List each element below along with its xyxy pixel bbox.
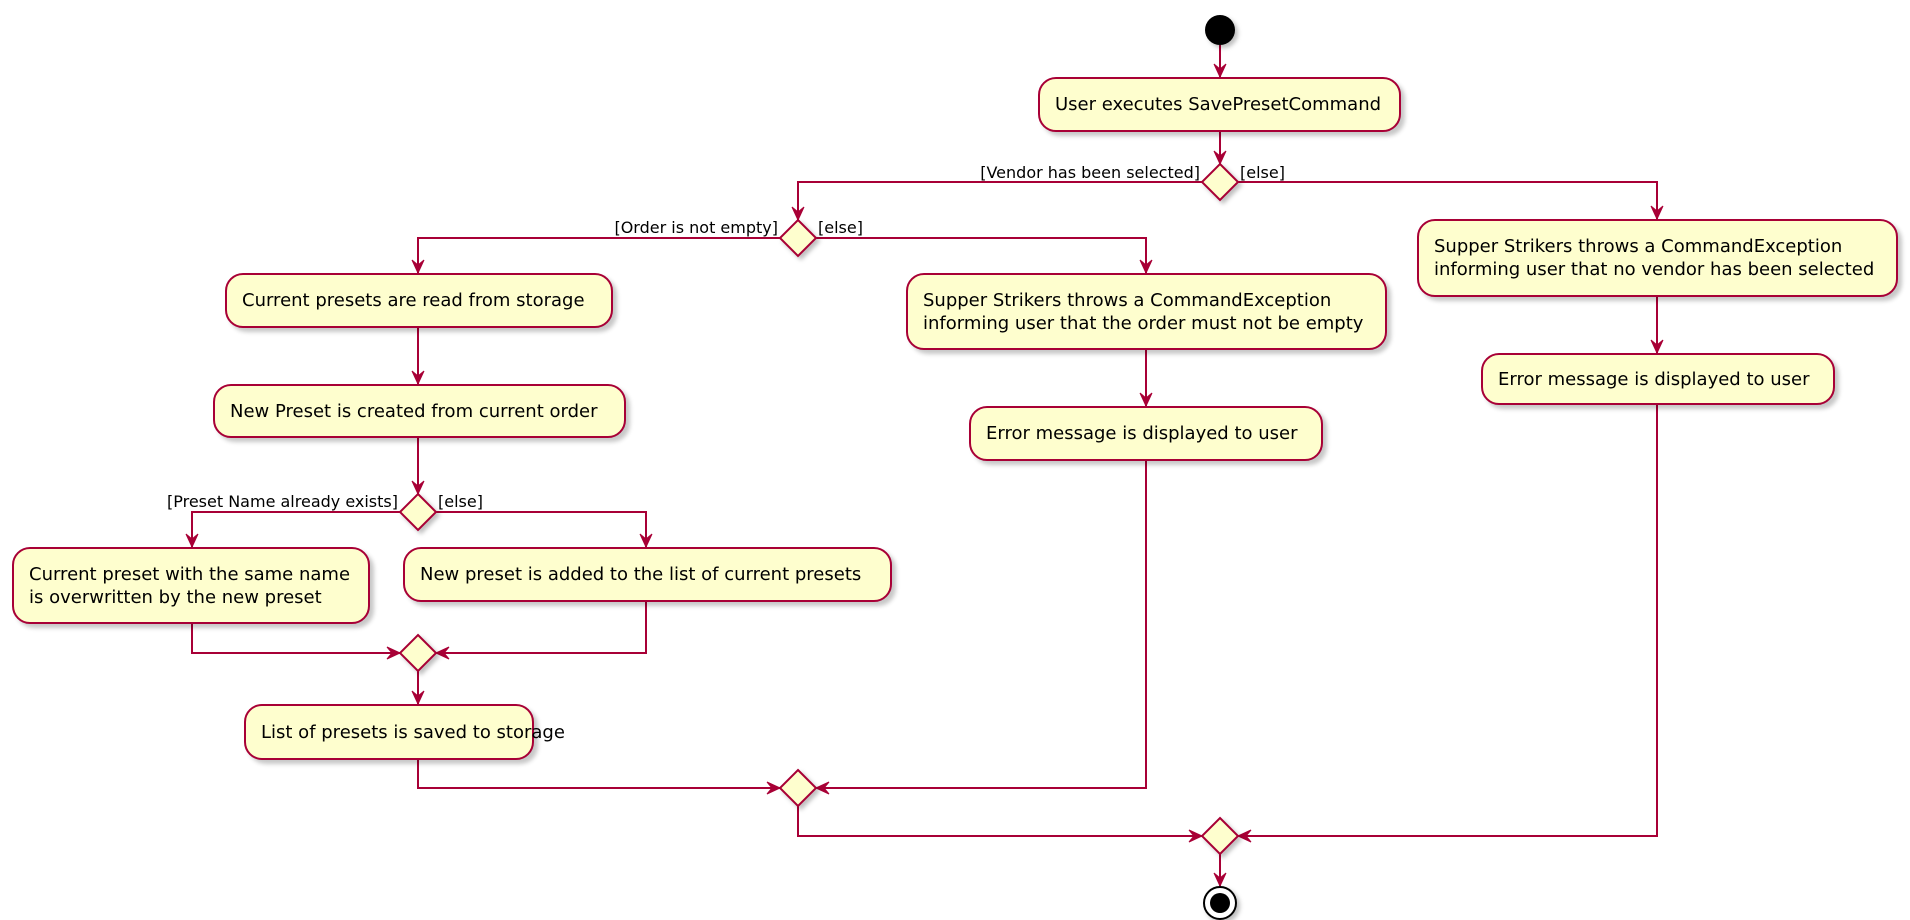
edge-order-else [816, 237, 1147, 273]
guard-preset-name-exists: [Preset Name already exists] [166, 492, 398, 511]
decision-preset-name-exists [398, 492, 438, 532]
activity-read-presets: Current presets are read from storage [225, 273, 613, 328]
edge-error-right-to-final [1238, 405, 1658, 837]
edge-order-not-empty [417, 237, 780, 273]
guard-vendor-else: [else] [1240, 163, 1285, 182]
guard-order-else: [else] [818, 218, 863, 237]
start-node-icon [1205, 15, 1235, 45]
edge-error-mid-to-merge [816, 461, 1147, 789]
edge-merge-order-to-final [797, 806, 1202, 837]
activity-throw-no-vendor: Supper Strikers throws a CommandExceptio… [1417, 219, 1898, 297]
decision-vendor-selected [1200, 162, 1240, 202]
merge-order [778, 768, 818, 808]
edge-save-to-merge [417, 760, 780, 789]
guard-vendor-selected: [Vendor has been selected] [980, 163, 1200, 182]
activity-add-preset: New preset is added to the list of curre… [403, 547, 892, 602]
edge-add-to-merge [436, 602, 647, 654]
edge-name-exists [191, 511, 400, 547]
activity-create-preset: New Preset is created from current order [213, 384, 626, 438]
diagram-canvas [185, 15, 1664, 920]
edge-vendor-else [1238, 181, 1658, 219]
activity-user-executes-command: User executes SavePresetCommand [1038, 77, 1401, 132]
edge-name-else [436, 511, 647, 547]
activity-save-presets: List of presets is saved to storage [244, 704, 565, 760]
edge-vendor-selected [797, 181, 1202, 220]
guard-order-not-empty: [Order is not empty] [614, 218, 778, 237]
activity-error-message-right: Error message is displayed to user [1481, 353, 1835, 405]
activity-error-message-mid: Error message is displayed to user [969, 406, 1323, 461]
activity-overwrite-preset: Current preset with the same name is ove… [12, 547, 370, 624]
guard-preset-name-else: [else] [438, 492, 483, 511]
edge-overwrite-to-merge [191, 624, 400, 654]
activity-throw-order-empty: Supper Strikers throws a CommandExceptio… [906, 273, 1387, 350]
decision-order-not-empty [778, 218, 818, 258]
merge-preset-name [398, 633, 438, 673]
merge-vendor [1200, 816, 1240, 856]
end-node-inner-icon [1210, 893, 1230, 913]
